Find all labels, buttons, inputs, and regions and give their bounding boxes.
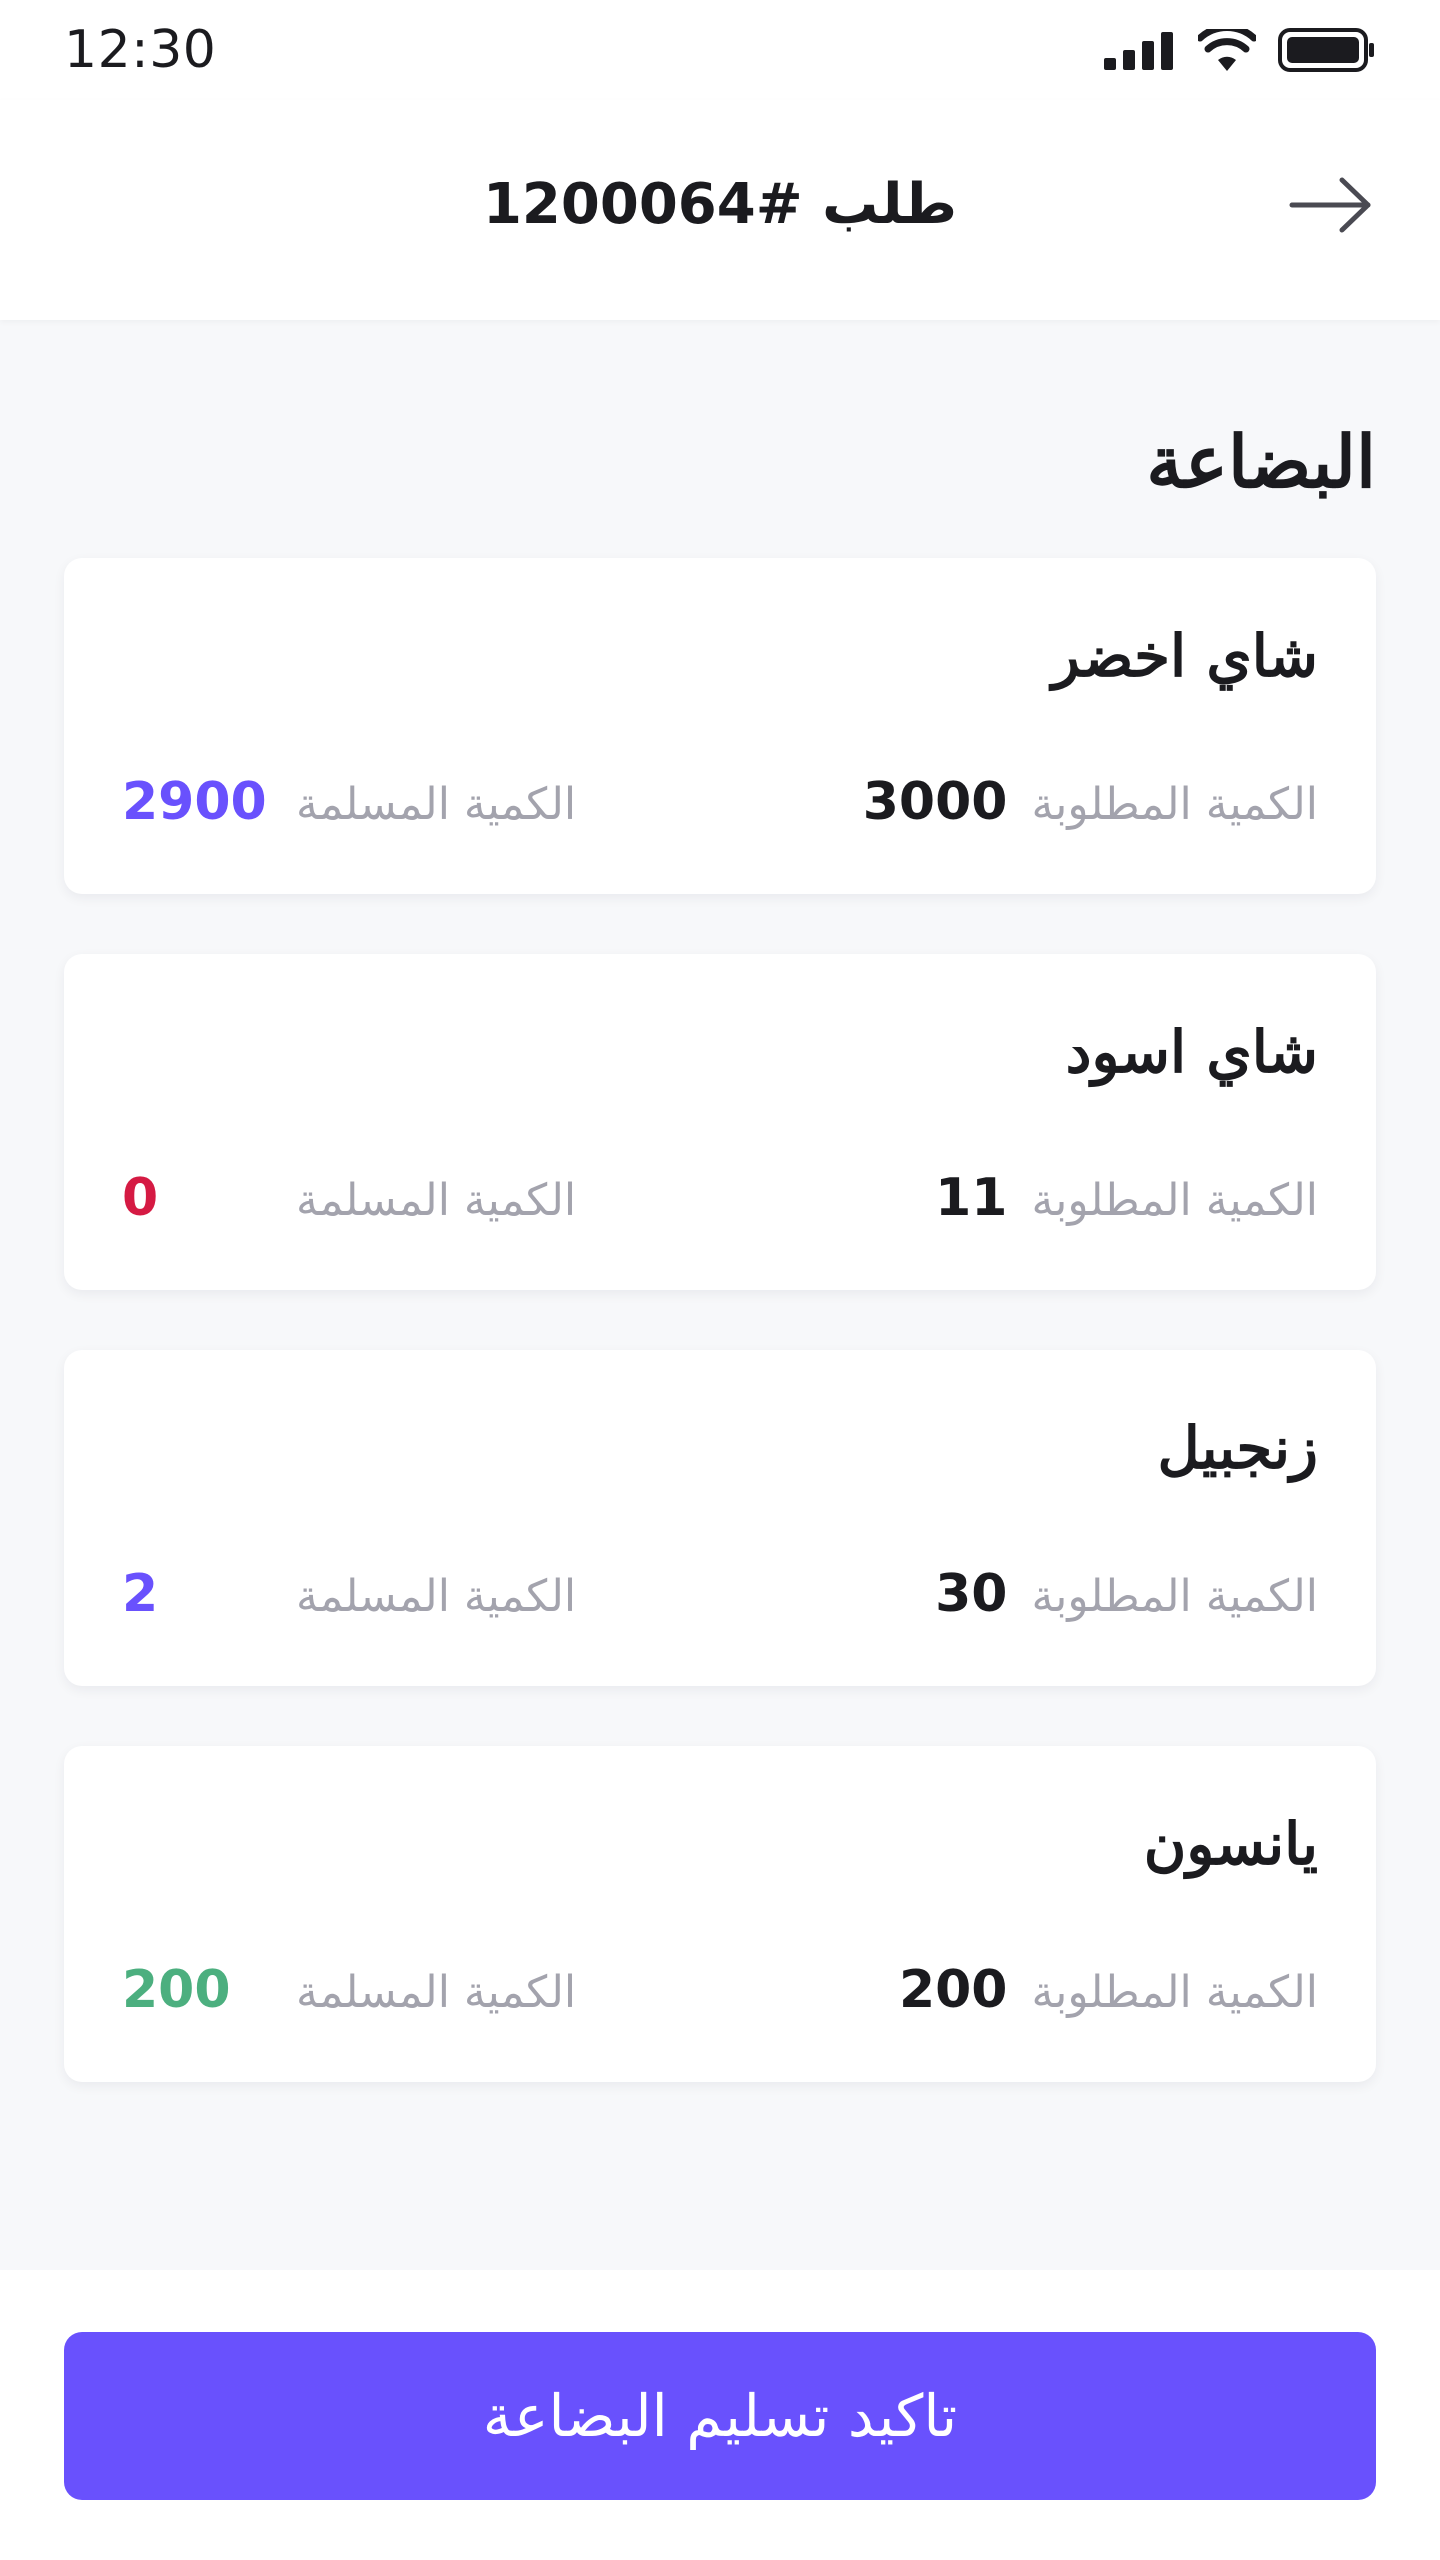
required-quantity: الكمية المطلوبة 30 [935, 1564, 1318, 1624]
goods-quantities: الكمية المطلوبة 3000 الكمية المسلمة 2900 [122, 772, 1318, 832]
goods-name: شاي اخضر [1051, 622, 1318, 690]
goods-name: شاي اسود [1065, 1018, 1318, 1086]
goods-card: زنجبيل الكمية المطلوبة 30 الكمية المسلمة… [64, 1350, 1376, 1686]
back-button[interactable] [1286, 162, 1376, 252]
signal-icon [1104, 30, 1176, 70]
required-quantity: الكمية المطلوبة 11 [935, 1168, 1318, 1228]
required-value: 200 [898, 1960, 1008, 2020]
goods-quantities: الكمية المطلوبة 11 الكمية المسلمة 0 [122, 1168, 1318, 1228]
goods-card: شاي اسود الكمية المطلوبة 11 الكمية المسل… [64, 954, 1376, 1290]
delivered-label: الكمية المسلمة [296, 1967, 577, 2018]
delivered-quantity: الكمية المسلمة 2 [122, 1564, 576, 1624]
goods-card: يانسون الكمية المطلوبة 200 الكمية المسلم… [64, 1746, 1376, 2082]
delivered-quantity: الكمية المسلمة 0 [122, 1168, 576, 1228]
goods-quantities: الكمية المطلوبة 30 الكمية المسلمة 2 [122, 1564, 1318, 1624]
required-label: الكمية المطلوبة [1031, 1571, 1318, 1622]
required-quantity: الكمية المطلوبة 3000 [863, 772, 1318, 832]
required-label: الكمية المطلوبة [1031, 1967, 1318, 2018]
delivered-value: 2 [122, 1564, 159, 1624]
section-title: البضاعة [1146, 419, 1376, 504]
page-title: طلب #1200064 [482, 172, 958, 237]
goods-card: شاي اخضر الكمية المطلوبة 3000 الكمية الم… [64, 558, 1376, 894]
app-header: طلب #1200064 [0, 100, 1440, 320]
required-value: 3000 [862, 772, 1008, 832]
required-quantity: الكمية المطلوبة 200 [899, 1960, 1318, 2020]
goods-name: يانسون [1143, 1810, 1318, 1878]
arrow-right-icon [1288, 175, 1374, 239]
order-screen: 12:30 طلب #1200064 البضاعة شاي اخضر الكم… [0, 0, 1440, 2560]
confirm-delivery-button[interactable]: تاكيد تسليم البضاعة [64, 2332, 1376, 2500]
delivered-value: 0 [122, 1168, 159, 1228]
delivered-value: 2900 [122, 772, 267, 832]
required-value: 11 [935, 1168, 1008, 1228]
delivered-label: الكمية المسلمة [296, 1571, 577, 1622]
delivered-value: 200 [122, 1960, 231, 2020]
status-icons [1104, 28, 1376, 72]
footer-bar: تاكيد تسليم البضاعة [0, 2270, 1440, 2560]
delivered-quantity: الكمية المسلمة 2900 [122, 772, 576, 832]
status-time: 12:30 [64, 20, 217, 80]
goods-quantities: الكمية المطلوبة 200 الكمية المسلمة 200 [122, 1960, 1318, 2020]
goods-section: البضاعة شاي اخضر الكمية المطلوبة 3000 ال… [0, 320, 1440, 2142]
delivered-quantity: الكمية المسلمة 200 [122, 1960, 576, 2020]
wifi-icon [1198, 29, 1256, 71]
goods-name: زنجبيل [1157, 1414, 1318, 1482]
delivered-label: الكمية المسلمة [296, 779, 577, 830]
delivered-label: الكمية المسلمة [296, 1175, 577, 1226]
required-value: 30 [935, 1564, 1008, 1624]
required-label: الكمية المطلوبة [1031, 1175, 1318, 1226]
goods-list: شاي اخضر الكمية المطلوبة 3000 الكمية الم… [64, 558, 1376, 2082]
required-label: الكمية المطلوبة [1031, 779, 1318, 830]
battery-icon [1278, 28, 1376, 72]
status-bar: 12:30 [0, 0, 1440, 100]
